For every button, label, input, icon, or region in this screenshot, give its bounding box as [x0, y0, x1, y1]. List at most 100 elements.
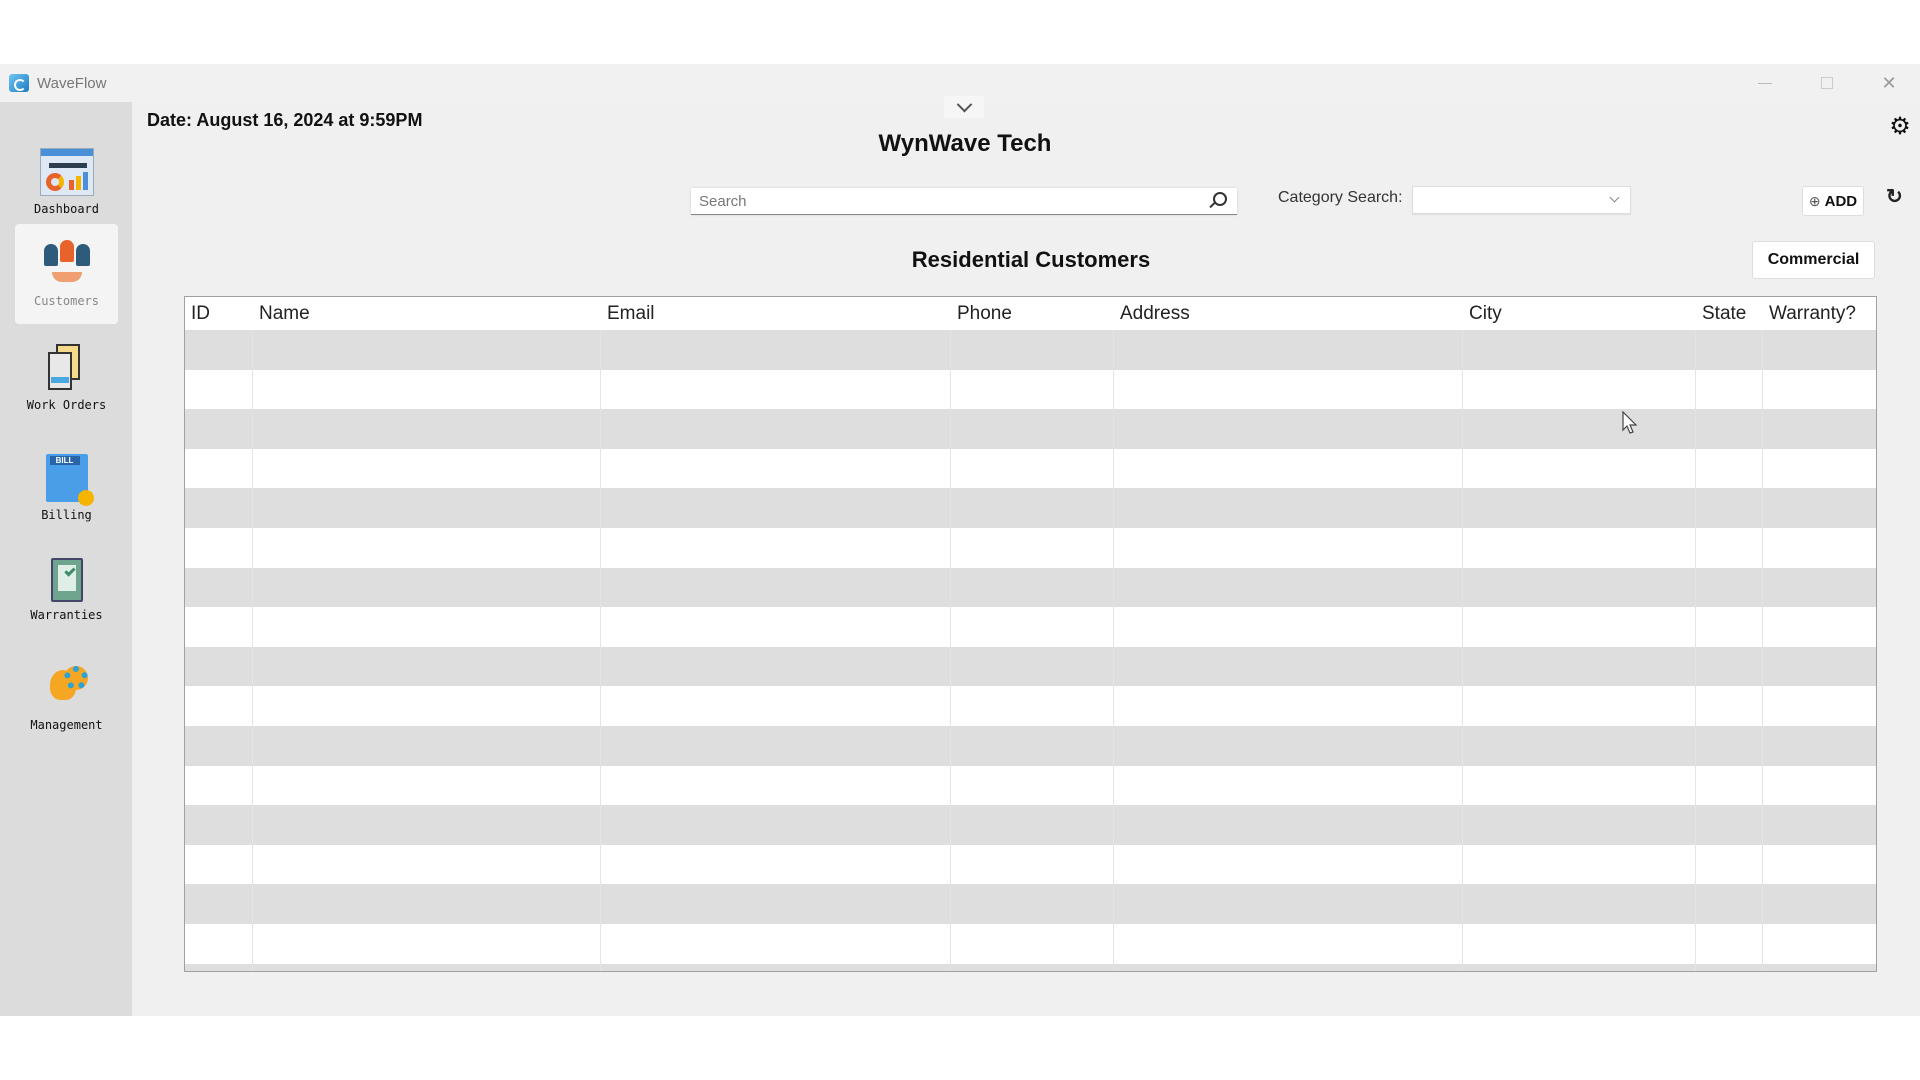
- table-cell[interactable]: [185, 765, 253, 806]
- table-cell[interactable]: [185, 488, 253, 528]
- table-cell[interactable]: [1463, 805, 1696, 845]
- table-cell[interactable]: [1763, 449, 1876, 489]
- table-cell[interactable]: [1696, 488, 1763, 528]
- table-cell[interactable]: [951, 686, 1114, 726]
- table-cell[interactable]: [601, 844, 951, 885]
- table-cell[interactable]: [1763, 686, 1876, 726]
- table-cell[interactable]: [1696, 448, 1763, 489]
- table-cell[interactable]: [253, 884, 601, 924]
- table-cell[interactable]: [951, 607, 1114, 647]
- table-cell[interactable]: [1463, 567, 1696, 608]
- table-cell[interactable]: [1696, 963, 1763, 971]
- table-row[interactable]: [185, 567, 1876, 608]
- table-cell[interactable]: [951, 369, 1114, 410]
- table-cell[interactable]: [1763, 370, 1876, 410]
- table-cell[interactable]: [1114, 409, 1463, 449]
- column-header-city[interactable]: City: [1463, 297, 1696, 330]
- table-cell[interactable]: [253, 686, 601, 726]
- table-cell[interactable]: [1114, 646, 1463, 687]
- table-cell[interactable]: [1114, 607, 1463, 647]
- table-cell[interactable]: [1696, 646, 1763, 687]
- table-cell[interactable]: [1463, 488, 1696, 528]
- table-cell[interactable]: [601, 607, 951, 647]
- table-cell[interactable]: [1114, 567, 1463, 608]
- table-cell[interactable]: [1463, 686, 1696, 726]
- table-cell[interactable]: [1114, 369, 1463, 410]
- table-cell[interactable]: [951, 725, 1114, 766]
- column-header-id[interactable]: ID: [185, 297, 253, 330]
- table-cell[interactable]: [1763, 845, 1876, 885]
- maximize-button[interactable]: [1796, 64, 1858, 102]
- table-cell[interactable]: [951, 488, 1114, 528]
- table-cell[interactable]: [1463, 448, 1696, 489]
- table-cell[interactable]: [951, 409, 1114, 449]
- table-cell[interactable]: [1696, 527, 1763, 568]
- table-cell[interactable]: [1696, 567, 1763, 608]
- table-cell[interactable]: [253, 805, 601, 845]
- sidebar-item-customers[interactable]: Customers: [15, 224, 118, 324]
- table-cell[interactable]: [1114, 844, 1463, 885]
- table-cell[interactable]: [1696, 369, 1763, 410]
- table-row[interactable]: [185, 725, 1876, 766]
- table-cell[interactable]: [1763, 726, 1876, 766]
- table-cell[interactable]: [1763, 924, 1876, 964]
- table-cell[interactable]: [601, 884, 951, 924]
- table-cell[interactable]: [1114, 923, 1463, 964]
- table-cell[interactable]: [601, 567, 951, 608]
- table-cell[interactable]: [1463, 409, 1696, 449]
- search-field[interactable]: [691, 188, 1237, 215]
- column-header-phone[interactable]: Phone: [951, 297, 1114, 330]
- table-cell[interactable]: [601, 805, 951, 845]
- table-cell[interactable]: [253, 963, 601, 971]
- table-cell[interactable]: [601, 646, 951, 687]
- table-cell[interactable]: [1463, 884, 1696, 924]
- table-cell[interactable]: [1696, 607, 1763, 647]
- column-header-warranty[interactable]: Warranty?: [1763, 297, 1876, 330]
- table-cell[interactable]: [1114, 686, 1463, 726]
- table-cell[interactable]: [185, 805, 253, 845]
- table-row[interactable]: [185, 923, 1876, 964]
- table-cell[interactable]: [1114, 884, 1463, 924]
- column-header-state[interactable]: State: [1696, 297, 1763, 330]
- table-cell[interactable]: [253, 607, 601, 647]
- table-cell[interactable]: [185, 330, 253, 370]
- commercial-toggle-button[interactable]: Commercial: [1752, 241, 1875, 279]
- table-cell[interactable]: [253, 330, 601, 370]
- table-cell[interactable]: [1696, 923, 1763, 964]
- search-icon[interactable]: [1213, 192, 1227, 206]
- table-row[interactable]: [185, 448, 1876, 489]
- search-input[interactable]: [691, 188, 1237, 214]
- table-cell[interactable]: [1696, 725, 1763, 766]
- table-row[interactable]: [185, 805, 1876, 845]
- sidebar-item-work-orders[interactable]: Work Orders: [15, 328, 118, 428]
- table-row[interactable]: [185, 330, 1876, 370]
- table-cell[interactable]: [1114, 765, 1463, 806]
- table-cell[interactable]: [951, 567, 1114, 608]
- table-cell[interactable]: [601, 765, 951, 806]
- table-cell[interactable]: [185, 686, 253, 726]
- column-header-email[interactable]: Email: [601, 297, 951, 330]
- table-cell[interactable]: [253, 409, 601, 449]
- table-row[interactable]: [185, 527, 1876, 568]
- table-cell[interactable]: [1763, 766, 1876, 806]
- table-cell[interactable]: [951, 646, 1114, 687]
- table-cell[interactable]: [1463, 330, 1696, 370]
- table-cell[interactable]: [951, 448, 1114, 489]
- table-cell[interactable]: [1463, 369, 1696, 410]
- table-cell[interactable]: [185, 448, 253, 489]
- table-cell[interactable]: [253, 923, 601, 964]
- column-header-address[interactable]: Address: [1114, 297, 1463, 330]
- table-cell[interactable]: [253, 844, 601, 885]
- table-cell[interactable]: [951, 527, 1114, 568]
- table-cell[interactable]: [1463, 725, 1696, 766]
- add-button[interactable]: ⊕ ADD: [1802, 186, 1864, 216]
- table-cell[interactable]: [185, 369, 253, 410]
- table-cell[interactable]: [601, 369, 951, 410]
- table-cell[interactable]: [185, 607, 253, 647]
- table-cell[interactable]: [185, 567, 253, 608]
- table-row[interactable]: [185, 884, 1876, 924]
- table-cell[interactable]: [1763, 964, 1876, 972]
- table-cell[interactable]: [951, 963, 1114, 971]
- table-cell[interactable]: [601, 409, 951, 449]
- sidebar-item-warranties[interactable]: Warranties: [15, 540, 118, 640]
